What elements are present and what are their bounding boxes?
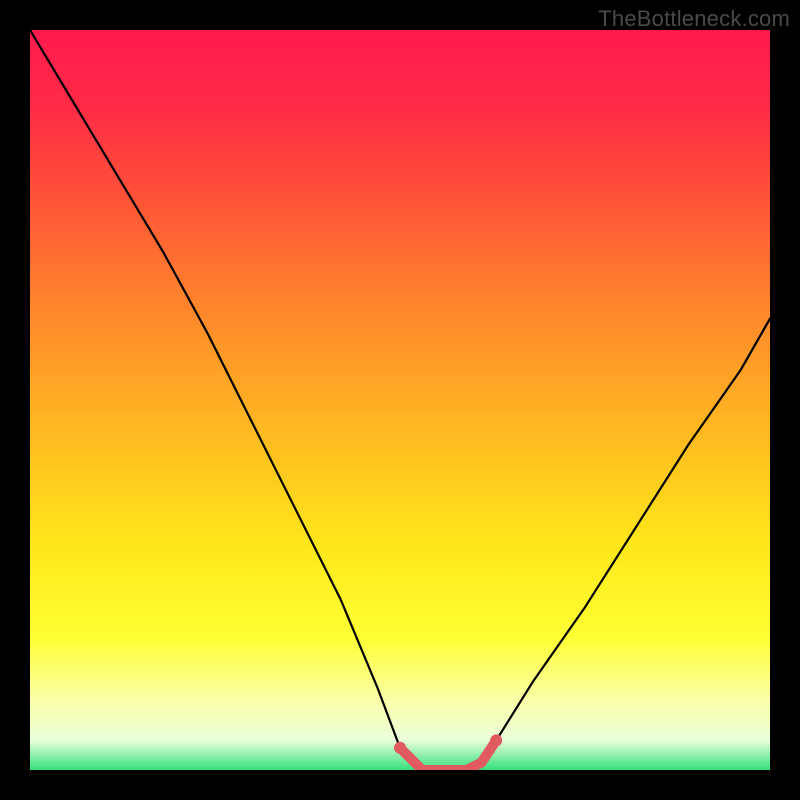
plot-area [30, 30, 770, 770]
highlight-flat-zone-path [400, 740, 496, 770]
curve-overlay [30, 30, 770, 770]
highlight-start-dot [394, 742, 406, 754]
chart-frame: TheBottleneck.com [0, 0, 800, 800]
highlight-end-dot [490, 734, 502, 746]
watermark-text: TheBottleneck.com [598, 6, 790, 32]
bottleneck-curve-path [30, 30, 770, 770]
